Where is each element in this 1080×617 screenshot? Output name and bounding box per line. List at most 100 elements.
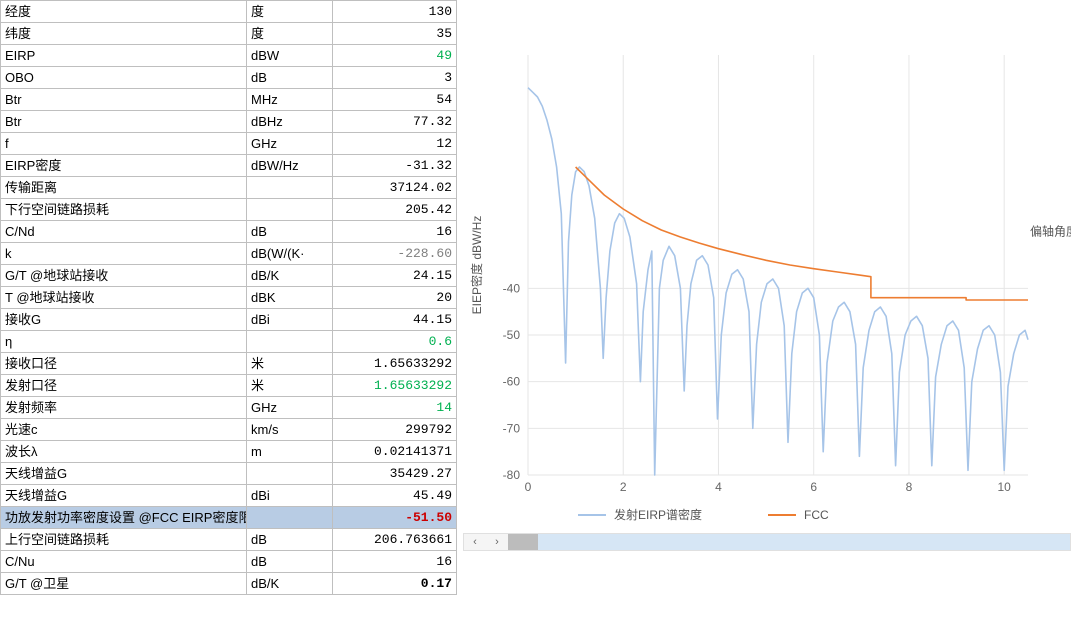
- param-label[interactable]: 接收G: [1, 309, 247, 331]
- param-unit[interactable]: GHz: [247, 397, 333, 419]
- param-unit[interactable]: [247, 177, 333, 199]
- param-unit[interactable]: dB: [247, 221, 333, 243]
- param-label[interactable]: G/T @地球站接收: [1, 265, 247, 287]
- param-unit[interactable]: dB(W/(K·: [247, 243, 333, 265]
- param-value[interactable]: 54: [333, 89, 457, 111]
- param-unit[interactable]: 米: [247, 353, 333, 375]
- param-value[interactable]: 45.49: [333, 485, 457, 507]
- scroll-left-button[interactable]: ‹: [464, 534, 486, 550]
- param-unit[interactable]: dB/K: [247, 265, 333, 287]
- param-value[interactable]: 35429.27: [333, 463, 457, 485]
- table-row[interactable]: fGHz12: [1, 133, 457, 155]
- param-value[interactable]: 0.6: [333, 331, 457, 353]
- table-row[interactable]: 纬度度35: [1, 23, 457, 45]
- param-label[interactable]: Btr: [1, 89, 247, 111]
- param-label[interactable]: 天线增益G: [1, 463, 247, 485]
- param-unit[interactable]: dB/K: [247, 573, 333, 595]
- table-row[interactable]: 波长λm0.02141371: [1, 441, 457, 463]
- table-row[interactable]: C/NddB16: [1, 221, 457, 243]
- table-row[interactable]: 功放发射功率密度设置 @FCC EIRP密度限制 -51.50: [1, 507, 457, 529]
- horizontal-scrollbar[interactable]: ‹ ›: [463, 533, 1071, 551]
- param-value[interactable]: 20: [333, 287, 457, 309]
- param-label[interactable]: 纬度: [1, 23, 247, 45]
- table-row[interactable]: T @地球站接收dBK20: [1, 287, 457, 309]
- param-unit[interactable]: dB: [247, 529, 333, 551]
- table-row[interactable]: η 0.6: [1, 331, 457, 353]
- param-label[interactable]: 波长λ: [1, 441, 247, 463]
- param-value[interactable]: 130: [333, 1, 457, 23]
- table-row[interactable]: BtrdBHz77.32: [1, 111, 457, 133]
- table-row[interactable]: 传输距离 37124.02: [1, 177, 457, 199]
- param-label[interactable]: k: [1, 243, 247, 265]
- table-row[interactable]: 天线增益GdBi45.49: [1, 485, 457, 507]
- param-label[interactable]: 天线增益G: [1, 485, 247, 507]
- table-row[interactable]: kdB(W/(K·-228.60: [1, 243, 457, 265]
- param-unit[interactable]: [247, 507, 333, 529]
- scroll-track[interactable]: [508, 534, 1070, 550]
- param-label[interactable]: 功放发射功率密度设置 @FCC EIRP密度限制: [1, 507, 247, 529]
- param-label[interactable]: 光速c: [1, 419, 247, 441]
- param-value[interactable]: 1.65633292: [333, 375, 457, 397]
- param-unit[interactable]: dBW: [247, 45, 333, 67]
- table-row[interactable]: 接收口径米1.65633292: [1, 353, 457, 375]
- param-unit[interactable]: dB: [247, 67, 333, 89]
- table-row[interactable]: 经度度130: [1, 1, 457, 23]
- param-unit[interactable]: km/s: [247, 419, 333, 441]
- table-row[interactable]: 光速ckm/s299792: [1, 419, 457, 441]
- param-value[interactable]: 206.763661: [333, 529, 457, 551]
- param-label[interactable]: 接收口径: [1, 353, 247, 375]
- param-value[interactable]: 1.65633292: [333, 353, 457, 375]
- param-value[interactable]: 0.02141371: [333, 441, 457, 463]
- scroll-right-button[interactable]: ›: [486, 534, 508, 550]
- param-unit[interactable]: dBi: [247, 485, 333, 507]
- param-unit[interactable]: GHz: [247, 133, 333, 155]
- param-label[interactable]: 下行空间链路损耗: [1, 199, 247, 221]
- param-value[interactable]: 44.15: [333, 309, 457, 331]
- param-label[interactable]: C/Nu: [1, 551, 247, 573]
- param-label[interactable]: 传输距离: [1, 177, 247, 199]
- param-label[interactable]: T @地球站接收: [1, 287, 247, 309]
- param-label[interactable]: C/Nd: [1, 221, 247, 243]
- parameter-table[interactable]: 经度度130纬度度35EIRPdBW49OBOdB3BtrMHz54BtrdBH…: [0, 0, 457, 595]
- param-value[interactable]: 16: [333, 551, 457, 573]
- param-label[interactable]: G/T @卫星: [1, 573, 247, 595]
- table-row[interactable]: EIRPdBW49: [1, 45, 457, 67]
- param-unit[interactable]: 度: [247, 1, 333, 23]
- param-label[interactable]: OBO: [1, 67, 247, 89]
- param-value[interactable]: 16: [333, 221, 457, 243]
- param-label[interactable]: 发射频率: [1, 397, 247, 419]
- param-unit[interactable]: dB: [247, 551, 333, 573]
- param-unit[interactable]: m: [247, 441, 333, 463]
- table-row[interactable]: 下行空间链路损耗205.42: [1, 199, 457, 221]
- param-value[interactable]: -51.50: [333, 507, 457, 529]
- table-row[interactable]: 上行空间链路损耗dB206.763661: [1, 529, 457, 551]
- param-value[interactable]: 37124.02: [333, 177, 457, 199]
- scroll-thumb[interactable]: [508, 534, 538, 550]
- param-value[interactable]: 35: [333, 23, 457, 45]
- param-value[interactable]: 24.15: [333, 265, 457, 287]
- param-unit[interactable]: 米: [247, 375, 333, 397]
- param-value[interactable]: -31.32: [333, 155, 457, 177]
- table-row[interactable]: G/T @卫星dB/K0.17: [1, 573, 457, 595]
- param-value[interactable]: 14: [333, 397, 457, 419]
- param-label[interactable]: f: [1, 133, 247, 155]
- param-unit[interactable]: [247, 199, 333, 221]
- param-unit[interactable]: dBi: [247, 309, 333, 331]
- param-label[interactable]: EIRP密度: [1, 155, 247, 177]
- param-unit[interactable]: dBW/Hz: [247, 155, 333, 177]
- param-unit[interactable]: dBHz: [247, 111, 333, 133]
- param-unit[interactable]: [247, 331, 333, 353]
- param-label[interactable]: 发射口径: [1, 375, 247, 397]
- param-label[interactable]: Btr: [1, 111, 247, 133]
- param-value[interactable]: 3: [333, 67, 457, 89]
- param-value[interactable]: 12: [333, 133, 457, 155]
- param-unit[interactable]: MHz: [247, 89, 333, 111]
- param-label[interactable]: η: [1, 331, 247, 353]
- table-row[interactable]: BtrMHz54: [1, 89, 457, 111]
- table-row[interactable]: 发射口径米1.65633292: [1, 375, 457, 397]
- table-row[interactable]: C/NudB16: [1, 551, 457, 573]
- param-value[interactable]: 77.32: [333, 111, 457, 133]
- param-value[interactable]: -228.60: [333, 243, 457, 265]
- param-unit[interactable]: [247, 463, 333, 485]
- param-label[interactable]: 经度: [1, 1, 247, 23]
